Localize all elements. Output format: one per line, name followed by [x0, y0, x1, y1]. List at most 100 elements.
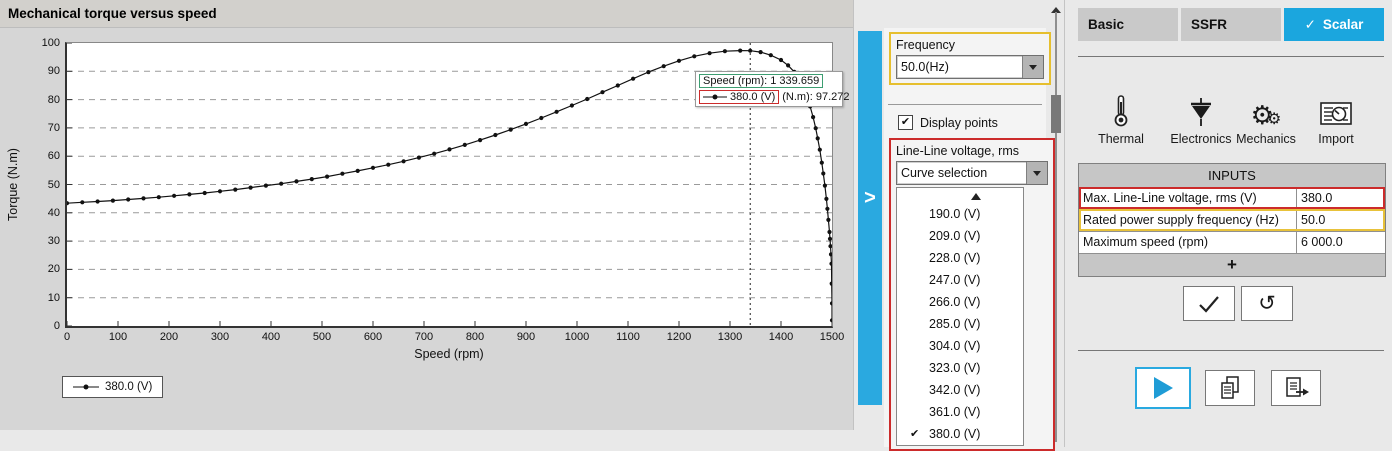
x-tick-label: 1200 — [654, 331, 704, 343]
input-value-field[interactable]: 50.0 — [1297, 210, 1385, 231]
series-marker-icon — [703, 93, 727, 101]
check-icon: ✔ — [910, 423, 919, 445]
divider — [1078, 56, 1384, 57]
x-tick-label: 1300 — [705, 331, 755, 343]
tab-scalar-label: Scalar — [1323, 17, 1364, 32]
x-tick-label: 1400 — [756, 331, 806, 343]
input-label: Rated power supply frequency (Hz) — [1079, 210, 1297, 231]
legend-marker-icon — [73, 383, 99, 391]
x-tick-label: 1500 — [807, 331, 857, 343]
voltage-option-label: 323.0 (V) — [929, 361, 980, 375]
chevron-down-icon[interactable] — [1022, 56, 1043, 78]
x-tick-label: 600 — [348, 331, 398, 343]
y-tick-label: 30 — [28, 235, 60, 247]
voltage-option[interactable]: 247.0 (V) — [897, 269, 1023, 291]
chart-panel: Mechanical torque versus speed Torque (N… — [0, 0, 854, 430]
input-value-field[interactable]: 380.0 — [1297, 188, 1385, 209]
x-tick-label: 500 — [297, 331, 347, 343]
scrollbar[interactable] — [1049, 0, 1063, 447]
legend-label: 380.0 (V) — [105, 381, 152, 393]
display-points-checkbox[interactable]: ✔ Display points — [898, 115, 998, 130]
voltage-option[interactable]: 323.0 (V) — [897, 357, 1023, 379]
plot-area[interactable]: Speed (rpm): 1 339.659 380.0 (V) (N.m): … — [65, 42, 833, 328]
scrollbar-track[interactable] — [1055, 12, 1057, 442]
y-tick-label: 100 — [28, 37, 60, 49]
voltage-option-label: 285.0 (V) — [929, 317, 980, 331]
app-root: Mechanical torque versus speed Torque (N… — [0, 0, 1392, 447]
x-tick-label: 800 — [450, 331, 500, 343]
voltage-option-label: 342.0 (V) — [929, 383, 980, 397]
y-tick-label: 90 — [28, 65, 60, 77]
voltage-option[interactable]: 266.0 (V) — [897, 291, 1023, 313]
x-tick-label: 200 — [144, 331, 194, 343]
tab-ssfr[interactable]: SSFR — [1181, 8, 1281, 41]
voltage-option[interactable]: 361.0 (V) — [897, 401, 1023, 423]
voltage-option[interactable]: 342.0 (V) — [897, 379, 1023, 401]
voltage-option[interactable]: 285.0 (V) — [897, 313, 1023, 335]
apply-button[interactable] — [1183, 286, 1235, 321]
reset-button[interactable]: ↺ — [1241, 286, 1293, 321]
voltage-label: Line-Line voltage, rms — [896, 144, 1048, 158]
collapse-panel-bar[interactable]: > — [858, 31, 882, 405]
curve-selection-value: Curve selection — [897, 166, 1026, 180]
frequency-selected-value: 50.0(Hz) — [897, 60, 1022, 74]
x-tick-label: 400 — [246, 331, 296, 343]
scroll-up-icon[interactable] — [897, 188, 1023, 203]
add-input-button[interactable]: + — [1079, 253, 1385, 276]
x-tick-label: 1000 — [552, 331, 602, 343]
input-row-max-voltage: Max. Line-Line voltage, rms (V) 380.0 — [1079, 187, 1385, 209]
voltage-option-label: 247.0 (V) — [929, 273, 980, 287]
chevron-down-icon[interactable] — [1026, 162, 1047, 184]
y-tick-label: 10 — [28, 292, 60, 304]
tooltip-series-label: 380.0 (V) — [699, 90, 779, 104]
voltage-option[interactable]: ✔ 380.0 (V) — [897, 423, 1023, 445]
voltage-option-label: 380.0 (V) — [929, 427, 980, 441]
chart-legend: 380.0 (V) — [62, 376, 163, 398]
voltage-option-label: 266.0 (V) — [929, 295, 980, 309]
voltage-option-label: 190.0 (V) — [929, 207, 980, 221]
x-tick-label: 1100 — [603, 331, 653, 343]
voltage-option[interactable]: 228.0 (V) — [897, 247, 1023, 269]
x-tick-label: 100 — [93, 331, 143, 343]
x-tick-label: 300 — [195, 331, 245, 343]
export-button[interactable] — [1271, 370, 1321, 406]
frequency-select[interactable]: 50.0(Hz) — [896, 55, 1044, 79]
voltage-group: Line-Line voltage, rms Curve selection 1… — [889, 138, 1055, 451]
tooltip-series-text: 380.0 (V) — [730, 91, 775, 103]
y-tick-label: 80 — [28, 94, 60, 106]
y-tick-label: 50 — [28, 179, 60, 191]
scrollbar-thumb[interactable] — [1051, 95, 1061, 133]
chevron-right-icon: > — [858, 188, 882, 208]
x-axis-label: Speed (rpm) — [65, 347, 833, 361]
inputs-table: INPUTS Max. Line-Line voltage, rms (V) 3… — [1078, 163, 1386, 277]
tab-scalar[interactable]: ✓ Scalar — [1284, 8, 1384, 41]
electronics-label: Electronics — [1170, 132, 1231, 146]
settings-panel: Basic SSFR ✓ Scalar Thermal — [1064, 0, 1392, 447]
import-label: Import — [1318, 132, 1353, 146]
voltage-option[interactable]: 304.0 (V) — [897, 335, 1023, 357]
thermal-button[interactable]: Thermal — [1081, 86, 1161, 146]
copy-report-button[interactable] — [1205, 370, 1255, 406]
input-label: Max. Line-Line voltage, rms (V) — [1079, 188, 1297, 209]
voltage-option[interactable]: 209.0 (V) — [897, 225, 1023, 247]
checkbox-checked-icon[interactable]: ✔ — [898, 115, 913, 130]
input-label: Maximum speed (rpm) — [1079, 232, 1297, 253]
gears-icon: ⚙ ⚙ — [1226, 86, 1306, 128]
import-button[interactable]: Import — [1301, 86, 1371, 146]
tooltip-series-line: 380.0 (V) (N.m): 97.272 — [699, 90, 839, 104]
mechanics-button[interactable]: ⚙ ⚙ Mechanics — [1226, 86, 1306, 146]
voltage-option-label: 361.0 (V) — [929, 405, 980, 419]
export-document-icon — [1282, 375, 1310, 401]
frequency-group: Frequency 50.0(Hz) — [889, 32, 1051, 85]
y-tick-label: 70 — [28, 122, 60, 134]
tab-basic[interactable]: Basic — [1078, 8, 1178, 41]
input-row-rated-frequency: Rated power supply frequency (Hz) 50.0 — [1079, 209, 1385, 231]
curve-selection-select[interactable]: Curve selection — [896, 161, 1048, 185]
run-button[interactable] — [1135, 367, 1191, 409]
tooltip-speed-value: Speed (rpm): 1 339.659 — [699, 74, 823, 88]
input-value-field[interactable]: 6 000.0 — [1297, 232, 1385, 253]
voltage-option[interactable]: 190.0 (V) — [897, 203, 1023, 225]
x-tick-label: 900 — [501, 331, 551, 343]
check-icon: ✓ — [1305, 17, 1316, 32]
mechanics-label: Mechanics — [1236, 132, 1296, 146]
